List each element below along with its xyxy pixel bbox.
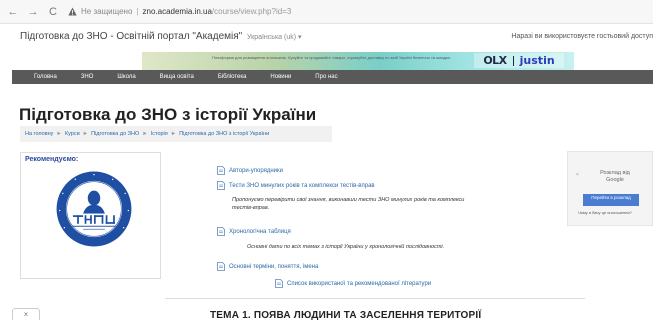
close-button[interactable]: × (12, 308, 40, 320)
nav-item-higher-education[interactable]: Вища освіта (160, 74, 194, 80)
resource-authors[interactable]: Автори-упорядники (217, 166, 283, 175)
nav-item-zno[interactable]: ЗНО (81, 74, 94, 80)
breadcrumb-zno-prep[interactable]: Підготовка до ЗНО (91, 131, 139, 137)
resource-link[interactable]: Основні терміни, поняття, імена (229, 264, 318, 270)
document-icon (275, 279, 283, 288)
breadcrumb-history[interactable]: Історія (151, 131, 168, 137)
forward-arrow-icon[interactable]: → (26, 5, 40, 19)
warning-triangle-icon (68, 7, 77, 16)
side-ad-info-link[interactable]: Чому я бачу це оголошення? (578, 210, 632, 215)
close-icon[interactable]: × (576, 172, 579, 178)
url-path: /course/view.php?id=3 (211, 7, 292, 16)
url-divider: | (136, 7, 139, 16)
guest-access-note: Наразі ви використовуєте гостьовий досту… (511, 33, 653, 40)
ad-banner[interactable]: Платформа для розміщення оголошень. Купу… (142, 52, 574, 70)
resource-link[interactable]: Список використаної та рекомендованої лі… (287, 281, 431, 287)
olx-logo: OLX (483, 54, 507, 67)
ad-text: Платформа для розміщення оголошень. Купу… (212, 55, 452, 60)
language-select[interactable]: Українська (uk) ▾ (247, 33, 302, 41)
page-title: Підготовка до ЗНО з історії України (19, 105, 317, 124)
back-arrow-icon[interactable]: ← (6, 5, 20, 19)
address-bar[interactable]: Не защищено | zno.academia.in.ua /course… (68, 7, 291, 16)
nav-item-library[interactable]: Бібліотека (218, 74, 247, 80)
insecure-label: Не защищено (81, 7, 133, 16)
topic-heading: ТЕМА 1. ПОЯВА ЛЮДИНИ ТА ЗАСЕЛЕННЯ ТЕРИТО… (210, 310, 482, 320)
resource-link[interactable]: Хронологічна таблиця (229, 229, 291, 235)
reload-icon[interactable]: C (46, 5, 60, 19)
description-line: Пропонуємо перевірити свої знання, викон… (232, 197, 465, 203)
breadcrumb-separator: ► (82, 131, 89, 137)
breadcrumb-home[interactable]: На головну (25, 131, 53, 137)
section-divider (165, 298, 585, 299)
description-line: тестів-вправ. (232, 205, 270, 211)
resource-link[interactable]: Тести ЗНО минулих років та комплекси тес… (229, 183, 375, 189)
resource-chronology[interactable]: Хронологічна таблиця (217, 227, 291, 236)
breadcrumb-separator: ► (56, 131, 62, 137)
resource-literature[interactable]: Список використаної та рекомендованої лі… (275, 279, 431, 288)
nav-item-about[interactable]: Про нас (315, 74, 337, 80)
resource-description: Основні дати по всіх темах з історії Укр… (247, 244, 445, 250)
logo-divider (512, 55, 514, 66)
nav-item-school[interactable]: Школа (117, 74, 135, 80)
document-icon (217, 262, 225, 271)
recommend-title: Рекомендуємо: (25, 156, 79, 163)
resource-description: Пропонуємо перевірити свої знання, викон… (232, 196, 532, 212)
breadcrumb: На головну ► Курси ► Підготовка до ЗНО ►… (20, 126, 332, 142)
breadcrumb-separator: ► (170, 131, 177, 137)
recommend-block: Рекомендуємо: (20, 152, 161, 279)
document-icon (217, 227, 225, 236)
url-host: zno.academia.in.ua (142, 7, 212, 16)
resource-terms[interactable]: Основні терміни, поняття, імена (217, 262, 318, 271)
breadcrumb-current-course[interactable]: Підготовка до ЗНО з історії України (179, 131, 269, 137)
document-icon (217, 166, 225, 175)
resource-past-tests[interactable]: Тести ЗНО минулих років та комплекси тес… (217, 181, 375, 190)
browser-toolbar: ← → C Не защищено | zno.academia.in.ua /… (0, 0, 653, 24)
tnpu-university-logo[interactable] (55, 170, 133, 248)
resource-link[interactable]: Автори-упорядники (229, 168, 283, 174)
main-navigation: Головна ЗНО Школа Вища освіта Бібліотека… (12, 70, 653, 84)
justin-logo: justin (519, 54, 555, 67)
document-icon (217, 181, 225, 190)
nav-item-home[interactable]: Головна (34, 74, 57, 80)
breadcrumb-separator: ► (142, 131, 148, 137)
breadcrumb-courses[interactable]: Курси (65, 131, 80, 137)
side-ad-panel: × Розклад від Google Перейти в розклад Ч… (567, 151, 653, 226)
nav-item-news[interactable]: Новини (270, 74, 291, 80)
site-title[interactable]: Підготовка до ЗНО - Освітній портал "Ака… (20, 31, 242, 42)
side-ad-text: Розклад від Google (600, 170, 630, 183)
ad-logo: OLX justin (474, 53, 564, 68)
side-ad-button[interactable]: Перейти в розклад (583, 194, 639, 206)
